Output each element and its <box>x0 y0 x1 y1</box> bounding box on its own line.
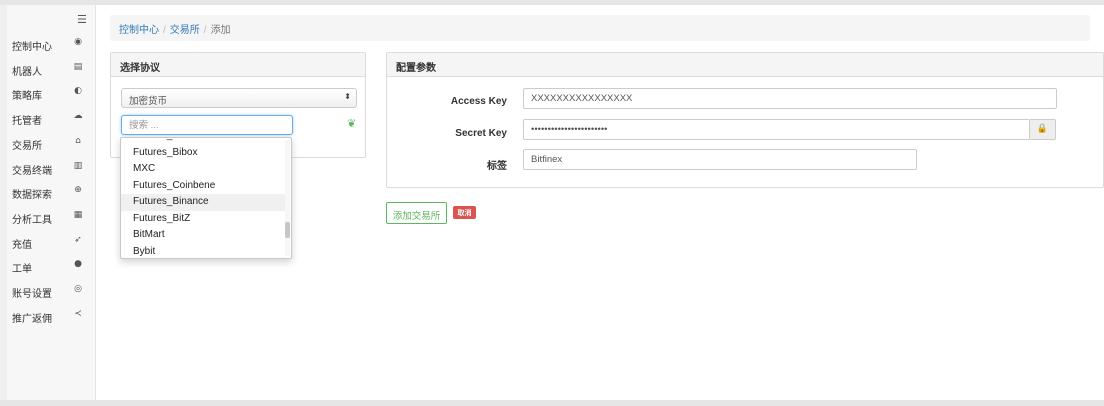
exchange-option[interactable]: MXC <box>121 161 286 178</box>
exchange-option[interactable]: Futures_Bibox <box>121 145 286 162</box>
secret-key-input[interactable] <box>523 119 1030 140</box>
dashboard-icon: ◉ <box>74 37 82 47</box>
robot-list-icon: ▤ <box>73 61 83 72</box>
sidebar-item[interactable]: 控制中心 ◉ <box>7 33 96 57</box>
comment-icon: ● <box>74 259 82 270</box>
hamburger-icon[interactable]: ☰ <box>77 13 87 26</box>
tag-label: 标签 <box>487 161 507 172</box>
bottom-edge <box>0 400 1104 406</box>
dropdown-scrollbar[interactable] <box>285 140 290 256</box>
add-exchange-button[interactable]: 添加交易所 <box>386 202 447 224</box>
strategy-icon: ◐ <box>74 86 82 97</box>
rocket-icon: ➶ <box>74 234 82 245</box>
share-icon: ≺ <box>74 308 82 319</box>
exchange-option[interactable]: Futures_BitZ <box>121 211 286 228</box>
breadcrumb-exchange-link[interactable]: 交易所 <box>170 25 200 36</box>
breadcrumb-current: 添加 <box>210 25 231 36</box>
sidebar-item-label: 控制中心 <box>12 42 52 53</box>
calculator-icon: ▦ <box>73 209 83 220</box>
sidebar-item-label: 分析工具 <box>12 214 52 226</box>
sidebar-item[interactable]: 交易终端 ▥ <box>7 157 96 181</box>
sidebar-item-label: 托管者 <box>12 116 42 128</box>
protocol-select-value: 加密货币 <box>129 96 168 107</box>
breadcrumb: 控制中心 / 交易所 / 添加 <box>110 15 1090 41</box>
sidebar-item[interactable]: 账号设置 ◎ <box>7 280 96 304</box>
sidebar-item-label: 账号设置 <box>12 289 52 300</box>
sidebar-item[interactable]: 推广返佣 ≺ <box>7 305 96 329</box>
search-icon: ⊕ <box>74 185 82 196</box>
sidebar-item-label: 推广返佣 <box>12 313 52 325</box>
exchange-option[interactable]: Futures_Binance <box>121 194 286 211</box>
sidebar-item-label: 交易终端 <box>12 165 52 177</box>
access-key-input[interactable] <box>523 88 1057 109</box>
sidebar-item[interactable]: 托管者 ☁ <box>7 107 96 131</box>
sidebar-item[interactable]: 分析工具 ▦ <box>7 206 96 230</box>
bank-icon: ⌂ <box>75 135 81 146</box>
sidebar-item[interactable]: 策略库 ◐ <box>7 82 96 106</box>
sidebar-item-label: 充值 <box>12 239 32 251</box>
select-caret-icon: ⬍ <box>344 92 351 101</box>
exchange-option[interactable]: Futures_Coinbene <box>121 178 286 195</box>
sidebar-item-label: 交易所 <box>12 140 42 152</box>
sidebar-item[interactable]: 工单 ● <box>7 255 96 279</box>
breadcrumb-separator: / <box>203 25 207 36</box>
secret-key-label: Secret Key <box>455 128 507 139</box>
config-panel-title: 配置参数 <box>387 53 1103 77</box>
sidebar-item-label: 数据探索 <box>12 190 52 202</box>
config-panel: 配置参数 Access Key Secret Key 🔒 标签 <box>386 52 1104 188</box>
exchange-option[interactable]: BitMart <box>121 227 286 244</box>
breadcrumb-dashboard-link[interactable]: 控制中心 <box>119 25 159 36</box>
protocol-select[interactable]: 加密货币 ⬍ <box>121 88 357 108</box>
tag-input[interactable] <box>523 149 917 170</box>
sidebar-item-label: 工单 <box>12 264 32 276</box>
dropdown-scrollbar-thumb[interactable] <box>285 222 290 238</box>
sidebar-item-label: 策略库 <box>12 91 42 103</box>
breadcrumb-separator: / <box>163 25 166 36</box>
cancel-button[interactable]: 取消 <box>453 206 476 219</box>
access-key-label: Access Key <box>450 96 507 107</box>
sidebar-item[interactable]: 机器人 ▤ <box>7 58 96 82</box>
exchange-dropdown: Futures_BFXFutures_BiboxMXCFutures_Coinb… <box>120 137 292 259</box>
exchange-option[interactable]: Bybit <box>121 244 286 259</box>
sidebar: ☰ 控制中心 ◉ 机器人 ▤ 策略库 ◐ 托管者 ☁ 交易所 ⌂ 交易终端 ▥ 数据探索 ⊕ 分析工具 ▦ 充值… <box>7 5 96 400</box>
sidebar-item-label: 机器人 <box>12 66 42 78</box>
sidebar-item[interactable]: 数据探索 ⊕ <box>7 181 96 205</box>
exchange-search-input[interactable] <box>121 115 293 135</box>
protocol-panel-title: 选择协议 <box>111 53 365 77</box>
user-circle-icon: ◎ <box>74 284 82 294</box>
lock-icon[interactable]: 🔒 <box>1030 119 1056 140</box>
cloud-icon: ☁ <box>73 111 83 122</box>
bar-chart-icon: ▥ <box>73 160 83 171</box>
leaf-icon: ❦ <box>347 117 357 130</box>
sidebar-item[interactable]: 交易所 ⌂ <box>7 132 96 156</box>
sidebar-item[interactable]: 充值 ➶ <box>7 231 96 255</box>
exchange-option[interactable]: Futures_BFX <box>121 138 286 145</box>
